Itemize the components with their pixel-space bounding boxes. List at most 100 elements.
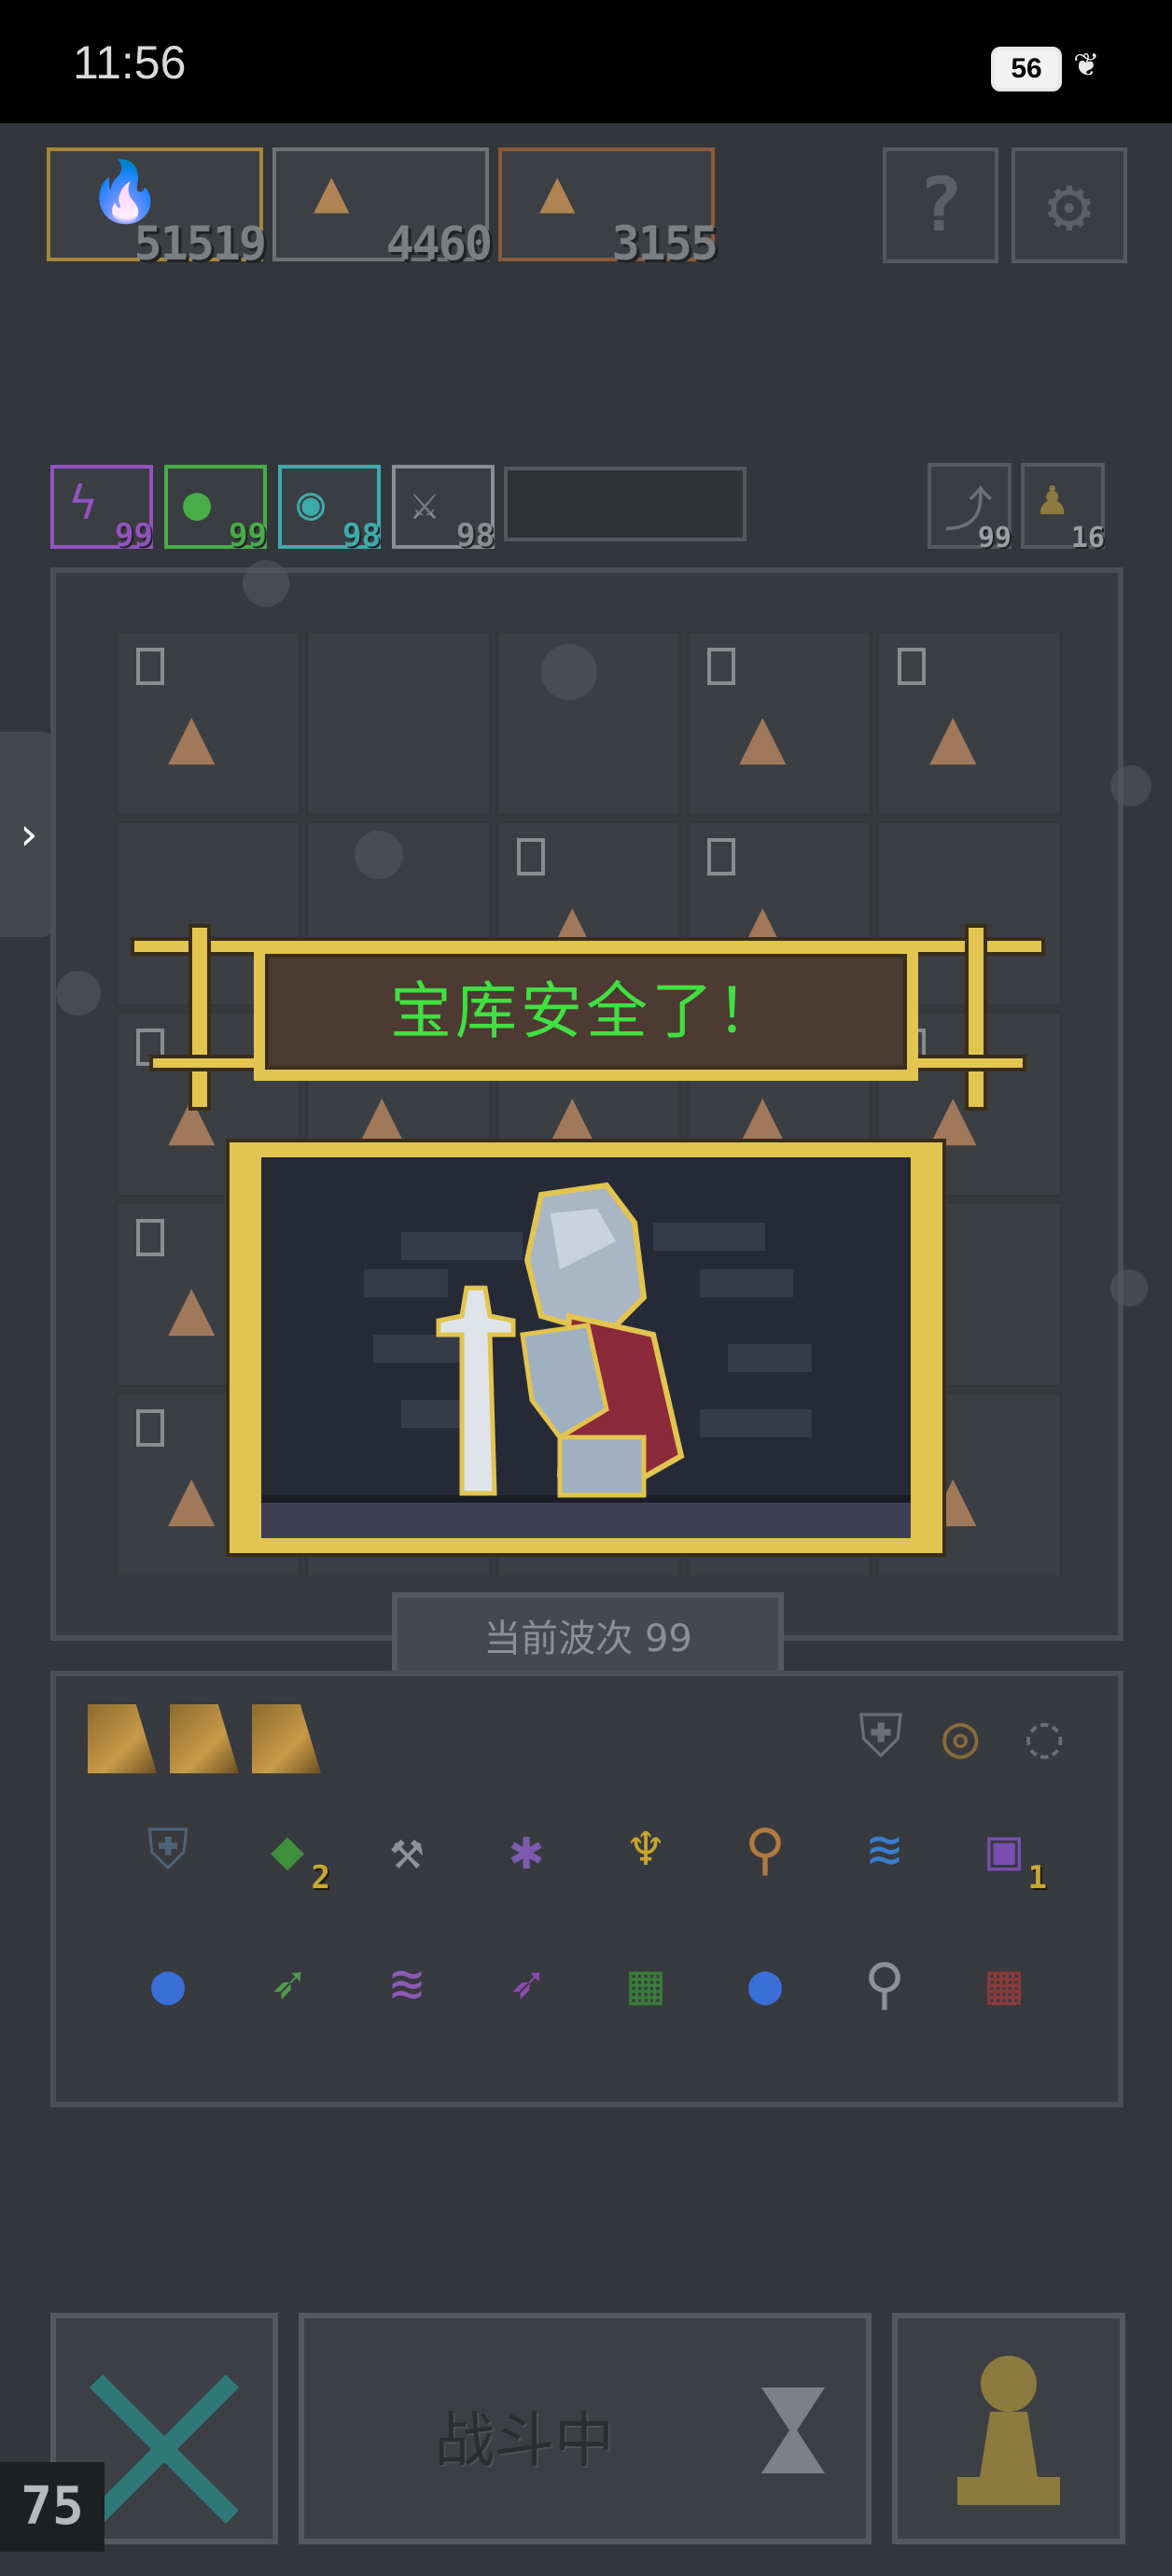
skill-level: 99 <box>115 517 153 554</box>
cell-level-badge <box>707 648 735 685</box>
inventory-slot[interactable]: ◆ 2 <box>241 1803 334 1897</box>
cell-level-badge <box>136 1409 164 1447</box>
ore-pile-icon: ▲ <box>739 689 787 780</box>
skill-level: 98 <box>456 517 495 554</box>
dust-particle <box>56 971 101 1015</box>
inventory-tab-3[interactable] <box>252 1704 321 1773</box>
inventory-tab-1[interactable] <box>88 1704 157 1773</box>
inventory-slot[interactable]: ● <box>719 1938 812 2031</box>
counter-value: 16 <box>1070 522 1105 554</box>
cell-level-badge <box>136 1219 164 1256</box>
green-tile-icon: ▦ <box>628 1952 663 2017</box>
skill-level: 99 <box>229 517 267 554</box>
resource-amount: 3155 <box>611 217 719 271</box>
cell-level-badge <box>707 838 735 875</box>
item-count: 1 <box>1027 1859 1047 1897</box>
cell-level-badge <box>898 648 926 685</box>
resource-amount: 51519 <box>133 217 267 271</box>
shield-icon: ⛨ <box>146 1817 189 1883</box>
hammer-icon: ⚒ <box>389 1817 425 1883</box>
settings-button[interactable]: ⚙ <box>1012 147 1127 263</box>
board-cell[interactable]: ▲ <box>116 631 300 816</box>
water-drop-card-icon: ● <box>150 1952 186 2017</box>
green-arrow-icon: ➶ <box>270 1952 305 2017</box>
inventory-slot[interactable]: ⛨ <box>121 1803 215 1897</box>
crossed-swords-icon: ⚔ <box>411 476 440 530</box>
skill-level: 98 <box>342 517 381 554</box>
side-drawer-toggle[interactable]: › <box>0 732 58 937</box>
water-drop-card-icon: ● <box>747 1952 783 2017</box>
ore-pile-icon: ▲ <box>168 1450 216 1542</box>
vault-safe-banner: 宝库安全了！ <box>254 943 918 1081</box>
inventory-slot[interactable]: ⚲ <box>719 1803 812 1897</box>
banner-post-left <box>188 924 211 1111</box>
board-cell[interactable]: ▲ <box>687 631 872 816</box>
skill-slot[interactable]: ⚔ 98 <box>392 465 495 554</box>
counter-pawn[interactable]: ♟ 16 <box>1021 463 1105 554</box>
ore-pile-icon: ▲ <box>168 1260 216 1351</box>
cyan-orb-icon: ◉ <box>297 476 326 530</box>
inventory-slot[interactable]: ♆ <box>599 1803 692 1897</box>
fight-status-button[interactable]: 战斗中 <box>299 2313 872 2544</box>
lightning-icon: ϟ <box>69 476 98 530</box>
purple-arrow-icon: ➶ <box>509 1952 544 2017</box>
wing-icon: ≋ <box>867 1817 902 1883</box>
bat-icon: ✱ <box>509 1817 544 1883</box>
board-cell[interactable] <box>306 631 491 816</box>
chalice-icon: ♆ <box>628 1817 663 1883</box>
inventory-slot[interactable]: ➶ <box>480 1938 573 2031</box>
ring-filter-icon[interactable]: ◎ <box>942 1702 979 1771</box>
fps-counter: 75 <box>0 2462 105 2552</box>
ore-pile-icon: ▲ <box>929 689 977 780</box>
banner-post-right <box>965 924 987 1111</box>
resource-ore-1[interactable]: ▲ 4460 <box>272 147 493 271</box>
jar-icon: ▣ <box>986 1817 1022 1883</box>
status-time: 11:56 <box>73 36 187 89</box>
circle-filter-icon[interactable]: ◌ <box>1026 1702 1063 1771</box>
counter-value: 99 <box>977 522 1012 554</box>
cell-level-badge <box>136 648 164 685</box>
knight-portrait <box>261 1157 911 1538</box>
skill-slot[interactable]: ϟ 99 <box>50 465 153 554</box>
pawn-icon: ♟ <box>1038 470 1067 526</box>
ore-pile-icon: ▲ <box>168 689 216 780</box>
fight-status-label: 战斗中 <box>435 2407 614 2476</box>
ore-pile-icon: ▲ <box>539 157 576 226</box>
green-potion-icon: ● <box>183 476 212 530</box>
counter-return-arrow[interactable]: ⤴ 99 <box>928 463 1012 554</box>
skill-slot[interactable]: ◉ 98 <box>278 465 381 554</box>
inventory-slot[interactable]: ➶ <box>241 1938 334 2031</box>
dust-particle <box>1110 765 1151 806</box>
inventory-slot[interactable]: ▦ <box>599 1938 692 2031</box>
resource-amount: 4460 <box>385 217 493 271</box>
progress-bar <box>504 467 746 541</box>
inventory-slot[interactable]: ✱ <box>480 1803 573 1897</box>
ore-pile-icon: ▲ <box>314 157 350 226</box>
inventory-slot[interactable]: ⚲ <box>838 1938 931 2031</box>
item-count: 2 <box>311 1859 330 1897</box>
dust-particle <box>1110 1269 1148 1307</box>
lever-icon: ⚲ <box>864 1952 905 2017</box>
resource-ore-2[interactable]: ▲ 3155 <box>498 147 719 271</box>
dust-particle <box>541 644 597 700</box>
inventory-slot[interactable]: ▣ 1 <box>957 1803 1051 1897</box>
dust-particle <box>243 560 289 607</box>
green-gem-icon: ◆ <box>270 1817 305 1883</box>
inventory-slot[interactable]: ≋ <box>838 1803 931 1897</box>
inventory-slot[interactable]: ≋ <box>360 1938 453 2031</box>
pawn-button[interactable] <box>892 2313 1125 2544</box>
red-tile-icon: ▦ <box>986 1952 1022 2017</box>
dust-particle <box>355 831 403 879</box>
help-button[interactable]: ? <box>883 147 998 263</box>
inventory-panel: ⛨ ◎ ◌ ⛨ ◆ 2 ⚒ ✱ ♆ ⚲ ≋ ▣ 1 ● ➶ ≋ ➶ ▦ ● ⚲ ▦ <box>50 1671 1123 2107</box>
skill-slot[interactable]: ● 99 <box>164 465 267 554</box>
inventory-slot[interactable]: ⚒ <box>360 1803 453 1897</box>
inventory-slot[interactable]: ▦ <box>957 1938 1051 2031</box>
inventory-tab-2[interactable] <box>170 1704 239 1773</box>
knight-icon <box>436 1182 685 1498</box>
resource-blue-gem[interactable]: 🔥 51519 <box>47 147 267 271</box>
armor-filter-icon[interactable]: ⛨ <box>858 1702 903 1771</box>
purple-claw-icon: ≋ <box>389 1952 425 2017</box>
inventory-slot[interactable]: ● <box>121 1938 215 2031</box>
board-cell[interactable]: ▲ <box>877 631 1062 816</box>
